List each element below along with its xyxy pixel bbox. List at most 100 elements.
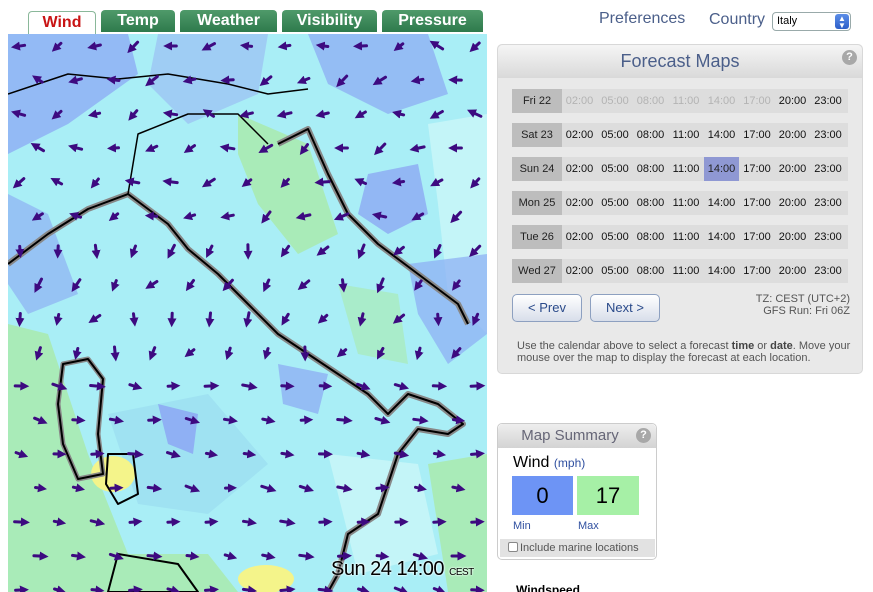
forecast-time-cell[interactable]: 08:00 — [633, 157, 668, 181]
forecast-time-cell[interactable]: 11:00 — [669, 123, 704, 147]
forecast-time-cell[interactable]: 14:00 — [704, 191, 739, 215]
top-bar: Wind Temp Weather Visibility Pressure Pr… — [0, 0, 873, 35]
forecast-day-label[interactable]: Sun 24 — [512, 157, 562, 181]
forecast-time-cell[interactable]: 02:00 — [562, 157, 597, 181]
wind-arrow-icon — [205, 311, 215, 328]
wind-arrow-icon — [128, 517, 143, 527]
wind-arrow-icon — [261, 415, 276, 425]
forecast-time-cell[interactable]: 17:00 — [740, 191, 775, 215]
wind-arrow-icon — [279, 585, 296, 592]
wind-arrow-icon — [317, 585, 334, 592]
forecast-time-cell[interactable]: 17:00 — [740, 225, 775, 249]
forecast-time-cell: 11:00 — [672, 95, 700, 107]
forecast-time-cell[interactable]: 08:00 — [633, 123, 668, 147]
forecast-day-label[interactable]: Tue 26 — [512, 225, 562, 249]
forecast-time-cell[interactable]: 11:00 — [669, 259, 704, 283]
wind-arrow-icon — [356, 449, 371, 459]
forecast-time-cell: 05:00 — [601, 95, 629, 107]
wind-arrow-icon — [53, 585, 66, 592]
wind-arrow-icon — [108, 415, 125, 425]
forecast-time-cell[interactable]: 08:00 — [633, 225, 668, 249]
wind-arrow-icon — [146, 551, 163, 561]
forecast-time-cell[interactable]: 23:00 — [811, 191, 846, 215]
wind-arrow-icon — [15, 244, 25, 259]
forecast-time-cell[interactable]: 05:00 — [598, 157, 633, 181]
min-label: Min — [513, 520, 531, 532]
country-select[interactable]: Italy ▲ ▼ — [772, 12, 851, 31]
forecast-time-cell[interactable]: 23:00 — [811, 259, 846, 283]
forecast-time-cell[interactable]: 14:00 — [704, 157, 739, 181]
tab-weather[interactable]: Weather — [180, 10, 277, 32]
forecast-time-cell[interactable]: 23:00 — [811, 123, 846, 147]
forecast-time-cell[interactable]: 17:00 — [740, 259, 775, 283]
forecast-time-cell[interactable]: 05:00 — [598, 191, 633, 215]
forecast-time-cell: 17:00 — [743, 95, 771, 107]
forecast-time-cell[interactable]: 14:00 — [704, 259, 739, 283]
tab-visibility[interactable]: Visibility — [282, 10, 377, 32]
forecast-time-cell[interactable]: 14:00 — [704, 225, 739, 249]
forecast-time-cell[interactable]: 11:00 — [669, 225, 704, 249]
wind-arrow-icon — [71, 483, 85, 493]
forecast-title: Forecast Maps — [620, 51, 740, 71]
forecast-time-cell[interactable]: 20:00 — [775, 89, 810, 113]
forecast-time-cell[interactable]: 20:00 — [775, 157, 810, 181]
forecast-day-label[interactable]: Wed 27 — [512, 259, 562, 283]
prev-button[interactable]: < Prev — [512, 294, 582, 322]
wind-map[interactable]: Sun 24 14:00 CEST — [8, 34, 487, 592]
min-value: 0 — [512, 476, 573, 515]
wind-arrow-icon — [375, 483, 390, 493]
forecast-time-cell[interactable]: 11:00 — [669, 191, 704, 215]
wind-arrow-icon — [71, 415, 86, 425]
wind-arrow-icon — [220, 75, 235, 85]
help-icon[interactable]: ? — [842, 50, 857, 65]
wind-arrow-icon — [162, 109, 179, 119]
forecast-time-cell[interactable]: 17:00 — [740, 123, 775, 147]
forecast-time-cell[interactable]: 20:00 — [775, 123, 810, 147]
forecast-time-cell[interactable]: 05:00 — [598, 123, 633, 147]
wind-arrow-icon — [375, 551, 390, 561]
wind-arrow-icon — [166, 585, 181, 592]
help-icon[interactable]: ? — [636, 428, 651, 443]
wind-arrow-icon — [241, 585, 258, 592]
preferences-link[interactable]: Preferences — [599, 10, 685, 28]
forecast-time-cell[interactable]: 20:00 — [775, 259, 810, 283]
forecast-time-cell[interactable]: 20:00 — [775, 191, 810, 215]
forecast-time-cell[interactable]: 05:00 — [598, 225, 633, 249]
forecast-time-cell[interactable]: 02:00 — [562, 123, 597, 147]
next-button[interactable]: Next > — [590, 294, 660, 322]
forecast-time-cell[interactable]: 17:00 — [740, 157, 775, 181]
tab-wind[interactable]: Wind — [28, 11, 96, 35]
forecast-day-label[interactable]: Sat 23 — [512, 123, 562, 147]
wind-arrow-icon — [410, 75, 425, 85]
marine-checkbox[interactable] — [508, 542, 518, 552]
tab-pressure[interactable]: Pressure — [382, 10, 483, 32]
forecast-time-cell[interactable]: 08:00 — [633, 191, 668, 215]
wind-arrow-icon — [15, 312, 25, 327]
forecast-time-cell[interactable]: 02:00 — [562, 225, 597, 249]
forecast-time-cell[interactable]: 20:00 — [775, 225, 810, 249]
summary-metric: Wind (mph) — [513, 454, 586, 471]
windspeed-legend-title: Windspeed — [516, 583, 580, 592]
forecast-time-cell[interactable]: 02:00 — [562, 259, 597, 283]
max-value: 17 — [577, 476, 639, 515]
forecast-time-cell[interactable]: 02:00 — [562, 191, 597, 215]
forecast-time-cell[interactable]: 08:00 — [633, 259, 668, 283]
wind-arrow-icon — [241, 381, 258, 391]
forecast-time-cell[interactable]: 14:00 — [704, 123, 739, 147]
forecast-time-cell[interactable]: 23:00 — [811, 157, 846, 181]
forecast-time-cell[interactable]: 23:00 — [811, 225, 846, 249]
wind-arrow-icon — [414, 346, 424, 361]
forecast-time-cell[interactable]: 05:00 — [598, 259, 633, 283]
forecast-day-label[interactable]: Mon 25 — [512, 191, 562, 215]
wind-arrow-icon — [90, 449, 105, 459]
forecast-time-cell[interactable]: 11:00 — [669, 157, 704, 181]
marine-toggle[interactable]: Include marine locations — [500, 539, 655, 557]
wind-arrow-icon — [34, 483, 47, 493]
wind-arrow-icon — [90, 585, 105, 592]
tab-temp[interactable]: Temp — [101, 10, 175, 32]
select-arrows-icon: ▲ ▼ — [835, 14, 849, 30]
forecast-time-cell[interactable]: 23:00 — [811, 89, 846, 113]
forecast-day-label[interactable]: Fri 22 — [512, 89, 562, 113]
wind-arrow-icon — [185, 551, 200, 561]
forecast-row: Tue 26 02:00 05:00 08:00 11:00 14:00 17:00 20:0… — [512, 225, 848, 249]
